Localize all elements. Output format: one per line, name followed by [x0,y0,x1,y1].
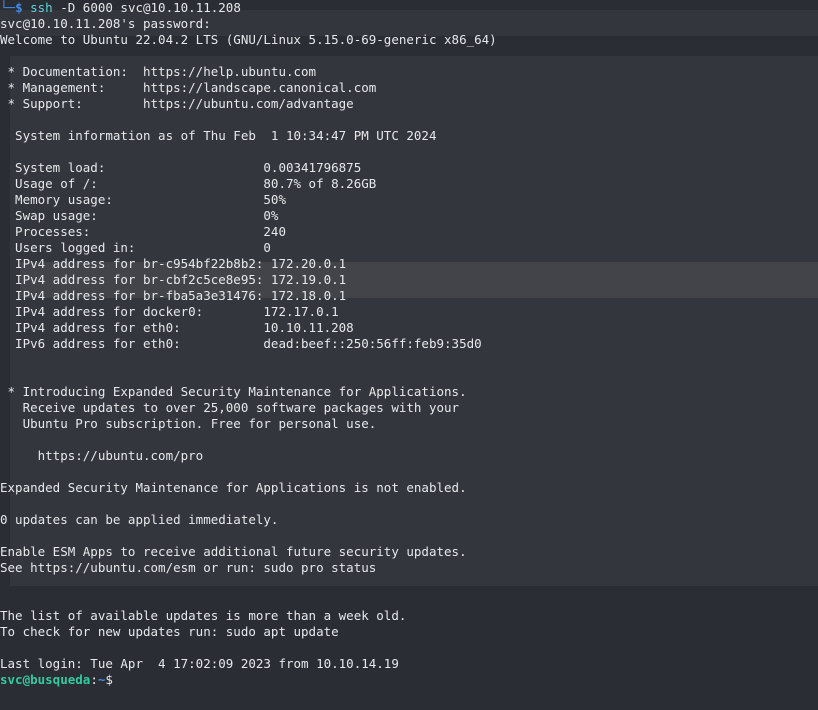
output-line: Expanded Security Maintenance for Applic… [0,480,467,495]
output-line: Last login: Tue Apr 4 17:02:09 2023 from… [0,656,399,671]
output-line: Ubuntu Pro subscription. Free for person… [0,416,377,431]
output-line: Swap usage: 0% [0,208,279,223]
output-line: * Documentation: https://help.ubuntu.com [0,64,317,79]
output-line: * Introducing Expanded Security Maintena… [0,384,467,399]
output-line: System load: 0.00341796875 [0,160,362,175]
prompt-dollar: $ [105,672,113,687]
output-line: Usage of /: 80.7% of 8.26GB [0,176,377,191]
terminal-output: └─$ ssh -D 6000 svc@10.10.11.208 svc@10.… [0,0,497,688]
output-line: IPv4 address for br-c954bf22b8b2: 172.20… [0,256,347,271]
command-name: ssh [30,0,53,15]
output-line: svc@10.10.11.208's password: [0,16,211,31]
command-line: └─$ ssh -D 6000 svc@10.10.11.208 [0,0,497,16]
output-line: IPv6 address for eth0: dead:beef::250:56… [0,336,482,351]
output-line: IPv4 address for docker0: 172.17.0.1 [0,304,339,319]
prompt-user-host: svc@busqueda [0,672,91,687]
output-line: * Management: https://landscape.canonica… [0,80,377,95]
output-line: System information as of Thu Feb 1 10:34… [0,128,437,143]
output-block: svc@10.10.11.208's password: Welcome to U… [0,16,497,672]
prompt-corner: └─ [0,0,16,15]
output-line: Users logged in: 0 [0,240,271,255]
prompt-symbol: $ [15,0,23,15]
command-args: -D 6000 svc@10.10.11.208 [52,0,241,15]
output-line: Enable ESM Apps to receive additional fu… [0,544,467,559]
terminal-window[interactable]: └─$ ssh -D 6000 svc@10.10.11.208 svc@10.… [0,0,818,710]
output-line: IPv4 address for br-cbf2c5ce8e95: 172.19… [0,272,347,287]
output-line: Welcome to Ubuntu 22.04.2 LTS (GNU/Linux… [0,32,497,47]
output-line: * Support: https://ubuntu.com/advantage [0,96,354,111]
output-line: Receive updates to over 25,000 software … [0,400,460,415]
output-line: Processes: 240 [0,224,286,239]
output-line: IPv4 address for eth0: 10.10.11.208 [0,320,354,335]
output-line: 0 updates can be applied immediately. [0,512,279,527]
output-line: Memory usage: 50% [0,192,286,207]
output-line: The list of available updates is more th… [0,608,407,623]
prompt-separator: : [90,672,98,687]
shell-prompt[interactable]: svc@busqueda:~$ [0,672,497,688]
output-line: IPv4 address for br-fba5a3e31476: 172.18… [0,288,347,303]
output-line: See https://ubuntu.com/esm or run: sudo … [0,560,377,575]
output-line: To check for new updates run: sudo apt u… [0,624,339,639]
output-line: https://ubuntu.com/pro [0,448,204,463]
text-cursor [113,672,121,686]
